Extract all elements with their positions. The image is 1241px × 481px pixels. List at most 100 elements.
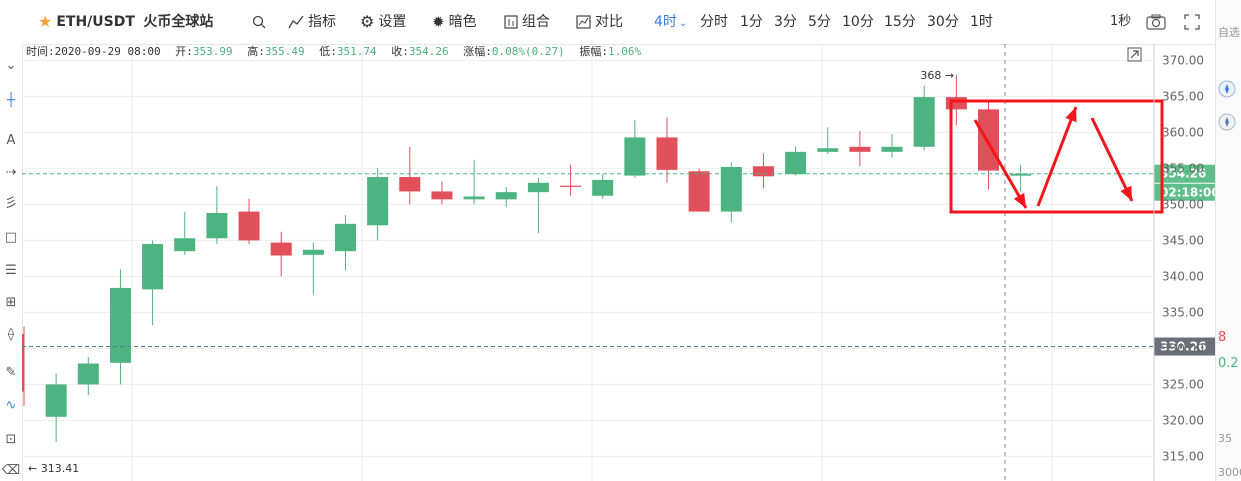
symbol-selector[interactable]: ★ ETH/USDT 火币全球站 (38, 0, 213, 44)
lock-tool-icon[interactable]: ⊡ (0, 432, 22, 448)
eraser-tool-icon[interactable]: ⌫ (0, 463, 22, 479)
open-label: 开: (175, 45, 193, 58)
ohlc-info: 时间:2020-09-29 08:00 开:353.99 高:355.49 低:… (26, 44, 641, 60)
candles (22, 74, 1032, 442)
text-tool-icon[interactable]: A (0, 133, 22, 149)
grid-tool-icon[interactable]: ⊞ (0, 295, 22, 311)
candle-body (270, 242, 292, 256)
close-value: 354.26 (408, 45, 449, 58)
candle-body (142, 244, 164, 290)
indicator-icon (288, 15, 304, 29)
line-tool-icon[interactable]: ⇢ (0, 165, 22, 181)
fullscreen-button[interactable] (1184, 0, 1200, 44)
interval-10m[interactable]: 10分 (842, 0, 874, 44)
high-value: 355.49 (264, 45, 305, 58)
interval-15m[interactable]: 15分 (884, 0, 916, 44)
y-tick-label: 365.00 (1162, 89, 1204, 103)
interval-30m[interactable]: 30分 (927, 0, 959, 44)
interval-fenshi[interactable]: 分时 (700, 0, 728, 44)
combo-icon (504, 15, 518, 29)
candle-body (399, 177, 421, 192)
close-label: 收: (391, 45, 409, 58)
y-tick-label: 370.00 (1162, 53, 1204, 67)
interval-3m[interactable]: 3分 (774, 0, 797, 44)
candle-body (752, 166, 774, 177)
min-price-label: ← 313.41 (28, 462, 79, 475)
interval-active[interactable]: 4时 ⌄ (654, 0, 687, 44)
amplitude-label: 振幅: (579, 45, 608, 58)
channel-tool-icon[interactable]: ☰ (0, 263, 22, 279)
interval-5m[interactable]: 5分 (808, 0, 831, 44)
combo-label: 组合 (522, 14, 550, 30)
panel-value-b: 0.2 (1218, 356, 1239, 371)
indicators-label: 指标 (308, 14, 336, 30)
pencil-tool-icon[interactable]: ✎ (0, 365, 22, 381)
screenshot-button[interactable] (1146, 0, 1166, 44)
indicators-button[interactable]: 指标 (288, 0, 336, 44)
amplitude-value: 1.06% (607, 45, 642, 58)
y-tick-label: 315.00 (1162, 449, 1204, 463)
candle-body (238, 211, 260, 241)
time-value: 2020-09-29 08:00 (54, 45, 161, 58)
panel-value-d: 3000 (1218, 466, 1241, 479)
gear-icon: ⚙ (360, 12, 375, 31)
open-value: 353.99 (192, 45, 233, 58)
candle-body (431, 191, 453, 200)
compare-label: 对比 (595, 14, 623, 30)
measure-tool-icon[interactable]: ⟠ (0, 327, 22, 343)
theme-button[interactable]: ✹ 暗色 (432, 0, 477, 44)
annotation-arrow-up (1036, 106, 1078, 207)
candle-body (849, 146, 871, 152)
interval-1h[interactable]: 1时 (970, 0, 993, 44)
fib-tool-icon[interactable]: 彡 (0, 196, 22, 212)
coin-icon[interactable] (1218, 80, 1236, 101)
y-tick-label: 355.00 (1162, 161, 1204, 175)
candle-body (945, 97, 967, 110)
y-tick-label: 340.00 (1162, 269, 1204, 283)
y-tick-label: 360.00 (1162, 125, 1204, 139)
compare-button[interactable]: 对比 (576, 0, 623, 44)
star-icon[interactable]: ★ (38, 0, 52, 44)
top-toolbar: ★ ETH/USDT 火币全球站 指标 ⚙ 设置 ✹ 暗色 组合 对比 4时 ⌄ 分时 … (22, 0, 1215, 45)
panel-title: 自选 (1218, 26, 1240, 39)
change-value: 0.08%(0.27) (491, 45, 565, 58)
panel-value-a: 8 (1218, 330, 1227, 345)
time-label: 时间: (26, 45, 55, 58)
candle-body (592, 179, 614, 196)
candle-body (302, 249, 324, 255)
candle-body (913, 97, 935, 147)
y-tick-label: 350.00 (1162, 197, 1204, 211)
crosshair-tool-icon[interactable]: ┼ (0, 93, 22, 109)
coin-icon-2[interactable] (1218, 113, 1236, 134)
combo-button[interactable]: 组合 (504, 0, 550, 44)
rect-tool-icon[interactable]: □ (0, 230, 22, 246)
candle-body (109, 287, 131, 363)
compare-icon (576, 15, 591, 29)
candle-body (527, 182, 549, 193)
refresh-rate[interactable]: 1秒 (1110, 0, 1131, 44)
candle-body (560, 185, 582, 187)
candle-body (463, 196, 485, 200)
panel-value-c: 35 (1218, 432, 1232, 445)
low-label: 低: (319, 45, 337, 58)
candle-body (22, 334, 25, 392)
low-value: 351.74 (336, 45, 377, 58)
exchange-label: 火币全球站 (143, 14, 214, 30)
drawing-toolbar: ⌄ ┼ A ⇢ 彡 □ ☰ ⊞ ⟠ ✎ ∿ ⊡ ⌫ (0, 0, 23, 481)
settings-button[interactable]: ⚙ 设置 (360, 0, 406, 44)
brush-tool-icon[interactable]: ∿ (0, 398, 22, 414)
candle-body (688, 171, 710, 212)
candle-body (206, 213, 228, 239)
chevron-down-icon: ⌄ (678, 18, 688, 29)
candlestick-chart[interactable]: 354.2602:18:00330.26368 →← 313.41 315.00… (22, 44, 1215, 481)
interval-1m[interactable]: 1分 (740, 0, 763, 44)
chart-overlays: 354.2602:18:00330.26368 →← 313.41 (22, 44, 1215, 481)
candle-body (881, 146, 903, 152)
y-tick-label: 330.00 (1162, 341, 1204, 355)
camera-icon (1146, 14, 1166, 30)
search-button[interactable] (252, 0, 270, 44)
cursor-tool-icon[interactable]: ⌄ (0, 58, 22, 74)
candle-body (817, 148, 839, 152)
candle-body (335, 223, 356, 252)
candle-body (978, 109, 999, 171)
